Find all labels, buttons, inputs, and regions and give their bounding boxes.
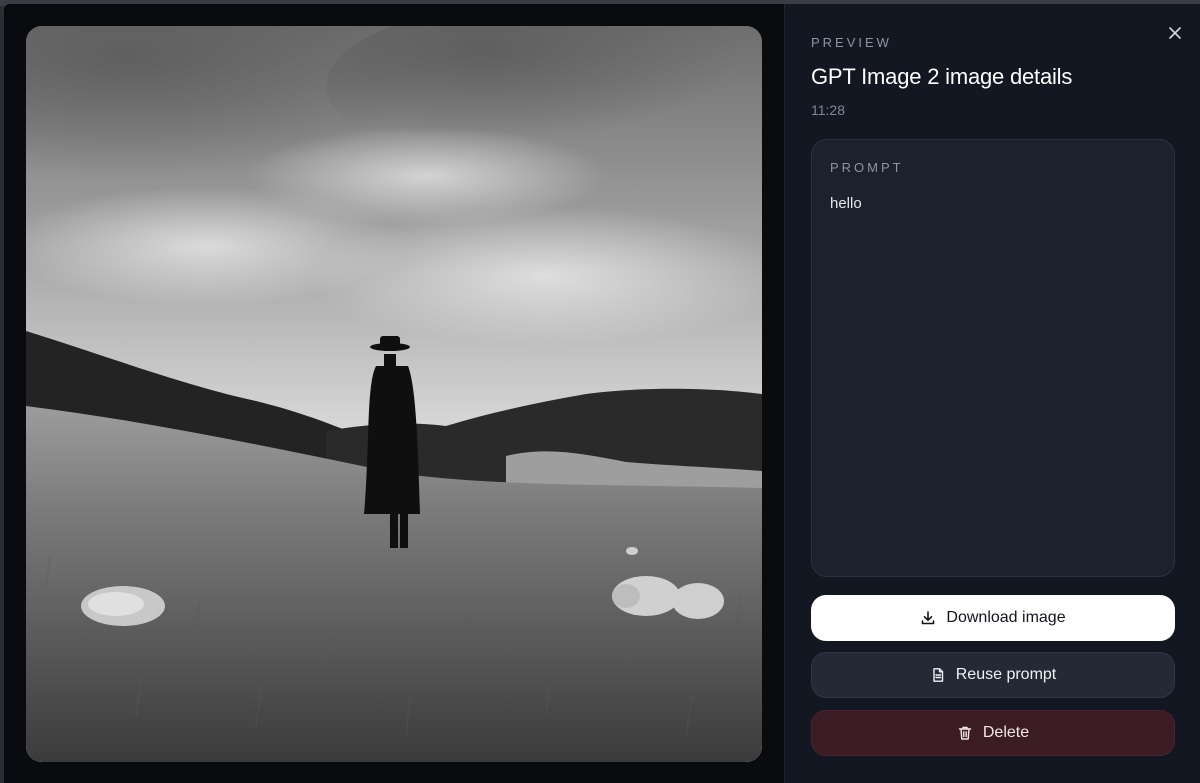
details-panel: PREVIEW GPT Image 2 image details 11:28 …	[784, 4, 1200, 783]
trash-icon	[957, 725, 973, 741]
prompt-text: hello	[830, 195, 862, 212]
delete-label: Delete	[982, 724, 1030, 741]
prompt-label: PROMPT	[830, 160, 904, 175]
document-icon	[930, 667, 946, 683]
prompt-card: PROMPT hello	[811, 139, 1175, 577]
download-label: Download image	[946, 609, 1066, 626]
download-icon	[920, 610, 936, 626]
delete-button[interactable]: Delete	[811, 710, 1175, 756]
image-details-modal: PREVIEW GPT Image 2 image details 11:28 …	[4, 4, 1200, 783]
preview-eyebrow: PREVIEW	[811, 35, 892, 50]
close-icon[interactable]	[1164, 22, 1186, 44]
reuse-label: Reuse prompt	[955, 666, 1057, 683]
image-pane	[4, 4, 784, 783]
reuse-prompt-button[interactable]: Reuse prompt	[811, 652, 1175, 698]
timestamp: 11:28	[811, 102, 845, 118]
page-title: GPT Image 2 image details	[811, 64, 1073, 89]
download-image-button[interactable]: Download image	[811, 595, 1175, 641]
generated-image	[26, 26, 762, 762]
